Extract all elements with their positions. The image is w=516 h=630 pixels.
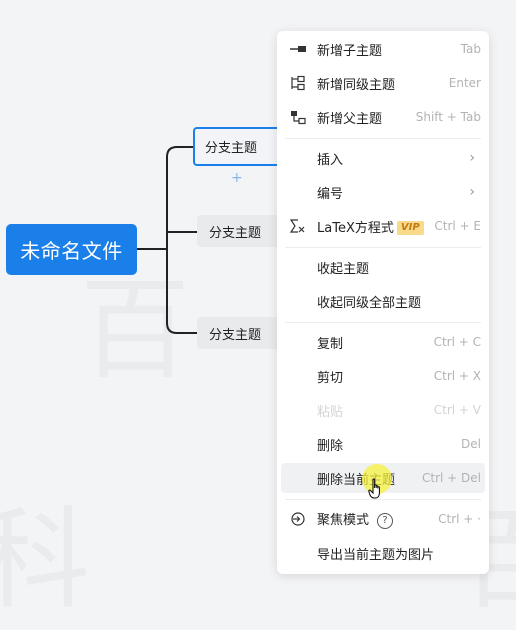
branch-topic-2[interactable]: 分支主题	[197, 215, 287, 247]
menu-divider	[285, 247, 481, 248]
vip-badge: VIP	[396, 221, 424, 235]
menu-label: 导出当前主题为图片	[317, 547, 435, 563]
help-icon[interactable]: ?	[377, 512, 394, 529]
menu-delete[interactable]: 删除 Del	[281, 429, 485, 459]
menu-shortcut: Ctrl + V	[433, 403, 481, 417]
menu-shortcut: Ctrl + ·	[438, 512, 481, 526]
menu-insert[interactable]: 插入 ›	[281, 143, 485, 173]
menu-label: 收起主题	[317, 261, 370, 277]
menu-label: 插入	[317, 152, 344, 168]
menu-label: 编号	[317, 186, 344, 202]
menu-label: 删除	[317, 438, 344, 454]
menu-add-sibling-topic[interactable]: 新增同级主题 Enter	[281, 68, 485, 98]
branch-topic-1[interactable]: 分支主题	[193, 127, 283, 166]
menu-copy[interactable]: 复制 Ctrl + C	[281, 327, 485, 357]
focus-icon	[289, 511, 307, 527]
menu-label: 粘贴	[317, 404, 344, 420]
menu-shortcut: Ctrl + Del	[422, 471, 481, 485]
branch-topic-3[interactable]: 分支主题	[197, 317, 287, 349]
add-child-icon	[289, 41, 307, 57]
menu-shortcut: Tab	[460, 42, 481, 56]
menu-add-child-topic[interactable]: 新增子主题 Tab	[281, 34, 485, 64]
menu-shortcut: Ctrl + X	[433, 369, 481, 383]
menu-shortcut: Ctrl + E	[434, 219, 481, 233]
menu-label: 收起同级全部主题	[317, 295, 422, 311]
menu-label-text: 聚焦模式	[317, 513, 370, 529]
menu-cut[interactable]: 剪切 Ctrl + X	[281, 361, 485, 391]
menu-label: 聚焦模式?	[317, 509, 394, 529]
chevron-right-icon: ›	[469, 184, 475, 200]
menu-paste: 粘贴 Ctrl + V	[281, 395, 485, 425]
add-parent-icon	[289, 109, 307, 125]
menu-export-topic-image[interactable]: 导出当前主题为图片	[281, 538, 485, 568]
menu-numbering[interactable]: 编号 ›	[281, 177, 485, 207]
menu-shortcut: Del	[461, 437, 481, 451]
watermark-bottom-left: 科	[0, 470, 90, 630]
menu-add-parent-topic[interactable]: 新增父主题 Shift + Tab	[281, 102, 485, 132]
hand-pointer-icon	[368, 478, 380, 499]
menu-label: 剪切	[317, 370, 344, 386]
root-topic[interactable]: 未命名文件	[6, 224, 137, 275]
sigma-icon	[289, 218, 307, 234]
add-child-button[interactable]: +	[231, 170, 243, 186]
menu-collapse-all-siblings[interactable]: 收起同级全部主题	[281, 286, 485, 316]
menu-label: 新增父主题	[317, 111, 383, 127]
menu-latex-equation[interactable]: LaTeX方程式 VIP Ctrl + E	[281, 211, 485, 241]
menu-label: 新增同级主题	[317, 77, 396, 93]
menu-divider	[285, 138, 481, 139]
menu-label: 新增子主题	[317, 43, 383, 59]
menu-shortcut: Enter	[448, 76, 481, 90]
menu-label-text: LaTeX方程式	[317, 220, 394, 236]
menu-focus-mode[interactable]: 聚焦模式? Ctrl + ·	[281, 504, 485, 534]
menu-collapse-topic[interactable]: 收起主题	[281, 252, 485, 282]
menu-label: 复制	[317, 336, 344, 352]
menu-shortcut: Ctrl + C	[433, 335, 481, 349]
chevron-right-icon: ›	[469, 150, 475, 166]
add-sibling-icon	[289, 75, 307, 91]
menu-divider	[285, 322, 481, 323]
menu-label: LaTeX方程式 VIP	[317, 217, 424, 236]
menu-shortcut: Shift + Tab	[415, 110, 481, 124]
